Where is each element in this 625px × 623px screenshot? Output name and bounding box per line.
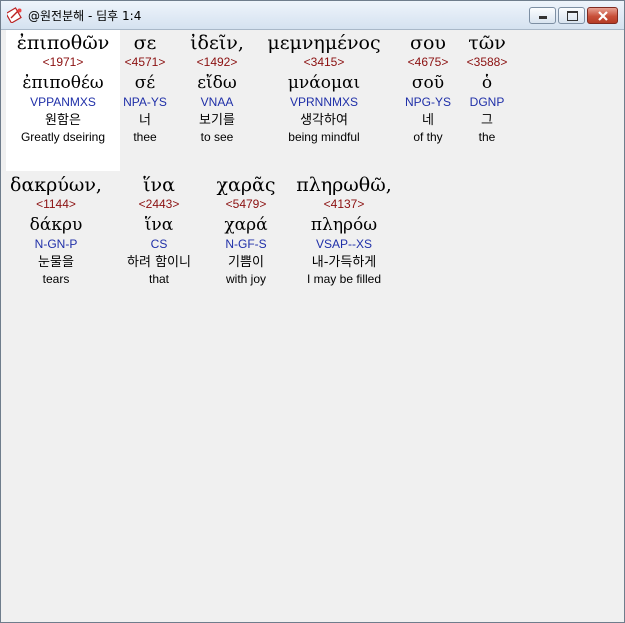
english-gloss: tears <box>42 272 70 286</box>
greek-word: σου <box>410 32 446 54</box>
korean-gloss: 내-가득하게 <box>311 255 377 270</box>
morphology-code[interactable]: VSAP--XS <box>288 237 400 255</box>
minimize-button[interactable] <box>529 7 556 24</box>
greek-word: ἐπιποθῶν <box>16 32 110 54</box>
morphology-code[interactable]: NPG-YS <box>395 95 461 113</box>
english-gloss: thee <box>133 130 157 144</box>
english-gloss: being mindful <box>288 130 360 144</box>
lemma: ὁ <box>481 73 493 93</box>
korean-gloss: 눈물을 <box>38 255 74 270</box>
morphology-code[interactable]: DGNP <box>462 95 512 113</box>
korean-gloss: 보기를 <box>199 113 235 128</box>
english-gloss: Greatly dseiring <box>20 130 106 144</box>
english-gloss: I may be filled <box>306 272 382 286</box>
lemma: ἐπιποθέω <box>22 73 104 93</box>
greek-word: μεμνημένος <box>267 32 381 54</box>
window-title: @원전분해 - 딤후 1:4 <box>28 9 142 23</box>
lemma: μνάομαι <box>287 73 361 93</box>
korean-gloss: 생각하여 <box>300 113 348 128</box>
english-gloss: that <box>148 272 169 286</box>
lemma: πληρόω <box>310 215 378 235</box>
strong-number[interactable]: <3415> <box>259 55 389 73</box>
korean-gloss: 너 <box>139 113 151 128</box>
app-window: @원전분해 - 딤후 1:4 ἐπιποθῶν <1971> ἐπιποθέω … <box>0 0 625 623</box>
strong-number[interactable]: <4675> <box>395 55 461 73</box>
greek-word: δακρύων, <box>10 174 102 196</box>
greek-word: σε <box>133 32 157 54</box>
close-button[interactable] <box>587 7 618 24</box>
app-icon[interactable] <box>7 7 23 23</box>
word-column[interactable]: ἐπιποθῶν <1971> ἐπιποθέω VPPANMXS 원함은 Gr… <box>6 32 120 144</box>
korean-gloss: 그 <box>481 113 493 128</box>
greek-word: πληρωθῶ, <box>296 174 392 196</box>
lemma: σέ <box>134 73 156 93</box>
greek-word: χαρᾶς <box>216 174 276 196</box>
maximize-button[interactable] <box>558 7 585 24</box>
maximize-icon <box>567 11 578 21</box>
strong-number[interactable]: <1144> <box>6 197 106 215</box>
word-column[interactable]: χαρᾶς <5479> χαρά N-GF-S 기쁨이 with joy <box>210 174 282 286</box>
lemma: εἴδω <box>197 73 237 93</box>
morphology-code[interactable]: VPRNNMXS <box>259 95 389 113</box>
word-column[interactable]: δακρύων, <1144> δάκρυ N-GN-P 눈물을 tears <box>6 174 106 286</box>
strong-number[interactable]: <1971> <box>6 55 120 73</box>
english-gloss: with joy <box>225 272 266 286</box>
lemma: ἵνα <box>144 215 174 235</box>
interlinear-panel: ἐπιποθῶν <1971> ἐπιποθέω VPPANMXS 원함은 Gr… <box>6 30 619 615</box>
minimize-icon <box>539 16 547 19</box>
korean-gloss: 하려 함이니 <box>127 255 191 270</box>
morphology-code[interactable]: N-GN-P <box>6 237 106 255</box>
greek-word: ἰδεῖν, <box>190 32 244 54</box>
lemma: σοῦ <box>411 73 445 93</box>
strong-number[interactable]: <1492> <box>182 55 252 73</box>
morphology-code[interactable]: N-GF-S <box>210 237 282 255</box>
word-column[interactable]: ἵνα <2443> ἵνα CS 하려 함이니 that <box>116 174 202 286</box>
strong-number[interactable]: <3588> <box>462 55 512 73</box>
morphology-code[interactable]: CS <box>116 237 202 255</box>
strong-number[interactable]: <5479> <box>210 197 282 215</box>
strong-number[interactable]: <4571> <box>120 55 170 73</box>
strong-number[interactable]: <2443> <box>116 197 202 215</box>
word-column[interactable]: σου <4675> σοῦ NPG-YS 네 of thy <box>395 32 461 144</box>
word-column[interactable]: ἰδεῖν, <1492> εἴδω VNAA 보기를 to see <box>182 32 252 144</box>
english-gloss: the <box>478 130 496 144</box>
korean-gloss: 원함은 <box>45 113 81 128</box>
close-icon <box>598 11 608 21</box>
word-column[interactable]: πληρωθῶ, <4137> πληρόω VSAP--XS 내-가득하게 I… <box>288 174 400 286</box>
morphology-code[interactable]: VPPANMXS <box>6 95 120 113</box>
lemma: χαρά <box>224 215 268 235</box>
word-column[interactable]: τῶν <3588> ὁ DGNP 그 the <box>462 32 512 144</box>
greek-word: ἵνα <box>143 174 175 196</box>
korean-gloss: 네 <box>422 113 434 128</box>
english-gloss: to see <box>200 130 234 144</box>
lemma: δάκρυ <box>29 215 83 235</box>
title-bar[interactable]: @원전분해 - 딤후 1:4 <box>1 1 624 30</box>
word-column[interactable]: μεμνημένος <3415> μνάομαι VPRNNMXS 생각하여 … <box>259 32 389 144</box>
morphology-code[interactable]: VNAA <box>182 95 252 113</box>
greek-word: τῶν <box>468 32 506 54</box>
morphology-code[interactable]: NPA-YS <box>120 95 170 113</box>
korean-gloss: 기쁨이 <box>228 255 264 270</box>
word-column[interactable]: σε <4571> σέ NPA-YS 너 thee <box>120 32 170 144</box>
english-gloss: of thy <box>413 130 443 144</box>
strong-number[interactable]: <4137> <box>288 197 400 215</box>
